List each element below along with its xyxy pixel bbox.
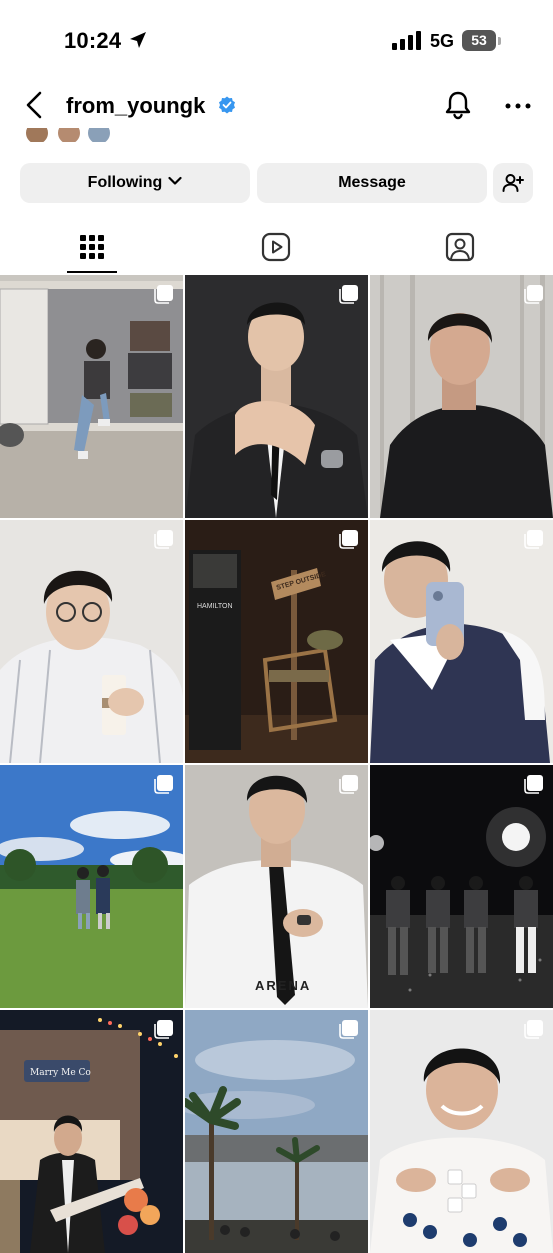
active-tab-indicator — [67, 271, 117, 273]
signal-icon — [392, 31, 421, 50]
tab-posts[interactable] — [0, 220, 184, 274]
post-thumbnail[interactable] — [0, 520, 183, 763]
battery-level: 53 — [471, 32, 487, 48]
carousel-icon — [154, 285, 173, 304]
marry-me-co-sign: Marry Me Co — [30, 1068, 91, 1078]
add-user-icon — [502, 174, 524, 192]
carousel-icon — [524, 1020, 543, 1039]
network-type: 5G — [430, 31, 455, 51]
carousel-icon — [339, 1020, 358, 1039]
carousel-icon — [524, 285, 543, 304]
message-label: Message — [338, 174, 406, 191]
carousel-icon — [339, 285, 358, 304]
post-thumbnail[interactable] — [370, 520, 553, 763]
grid-icon — [80, 235, 104, 259]
chevron-down-icon — [168, 177, 182, 185]
post-thumbnail[interactable] — [0, 275, 183, 518]
status-bar: 10:24 5G 53 — [0, 0, 553, 80]
location-arrow-icon — [130, 32, 146, 48]
reels-icon — [261, 232, 291, 262]
back-arrow-icon[interactable] — [20, 90, 50, 120]
add-user-button[interactable] — [493, 163, 533, 203]
carousel-icon — [339, 775, 358, 794]
profile-header: from_youngk — [0, 80, 553, 132]
bell-icon[interactable] — [442, 89, 474, 121]
carousel-icon — [524, 775, 543, 794]
status-time: 10:24 — [64, 28, 122, 53]
verified-badge-icon — [219, 96, 235, 114]
profile-tabs — [0, 220, 553, 274]
post-thumbnail[interactable]: ARENA — [185, 765, 368, 1008]
following-label: Following — [87, 174, 163, 191]
tagged-icon — [445, 232, 475, 262]
carousel-icon — [154, 1020, 173, 1039]
profile-username: from_youngk — [66, 93, 206, 118]
carousel-icon — [154, 775, 173, 794]
following-button[interactable]: Following — [20, 163, 250, 203]
post-thumbnail[interactable] — [370, 1010, 553, 1253]
post-thumbnail[interactable] — [0, 765, 183, 1008]
post-thumbnail[interactable]: Marry Me Co — [0, 1010, 183, 1253]
battery-icon: 53 — [462, 30, 502, 52]
more-icon[interactable] — [502, 96, 534, 116]
carousel-icon — [154, 530, 173, 549]
carousel-icon — [524, 530, 543, 549]
hamilton-text: HAMILTON — [197, 603, 233, 610]
post-thumbnail[interactable] — [185, 1010, 368, 1253]
post-thumbnail[interactable] — [185, 275, 368, 518]
followed-by-avatars[interactable] — [24, 128, 124, 142]
tab-reels[interactable] — [184, 220, 368, 274]
posts-grid: HAMILTON STEP OUTSIDE ARENA Marry Me Co — [0, 275, 553, 1253]
post-thumbnail[interactable]: HAMILTON STEP OUTSIDE — [185, 520, 368, 763]
tab-tagged[interactable] — [368, 220, 552, 274]
message-button[interactable]: Message — [257, 163, 487, 203]
arena-text: ARENA — [255, 978, 311, 993]
carousel-icon — [339, 530, 358, 549]
post-thumbnail[interactable] — [370, 275, 553, 518]
post-thumbnail[interactable] — [370, 765, 553, 1008]
